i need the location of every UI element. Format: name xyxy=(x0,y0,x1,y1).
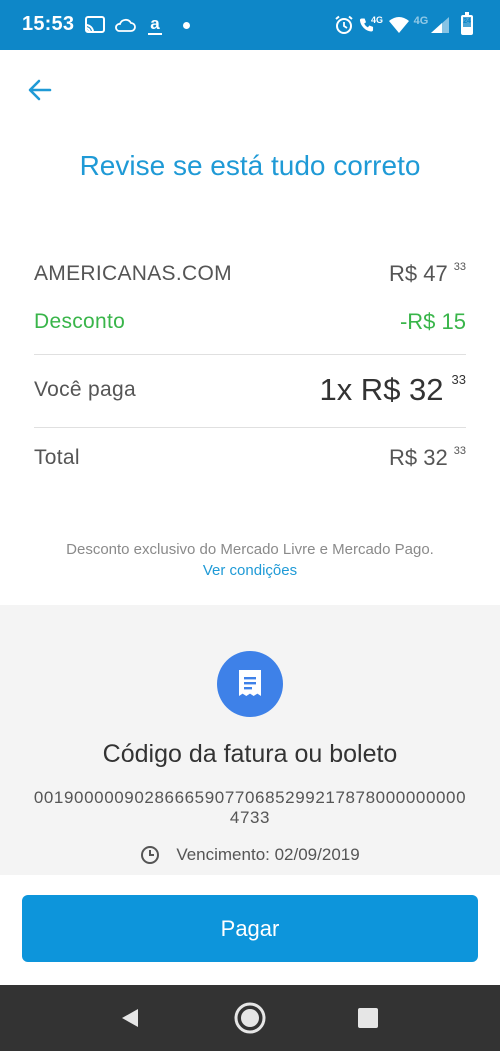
merchant-amount-main: R$ 47 xyxy=(389,261,448,286)
back-arrow-icon[interactable] xyxy=(24,74,56,106)
total-label: Total xyxy=(34,446,80,469)
signal-4g-label: 4G xyxy=(413,15,429,27)
divider xyxy=(34,354,466,355)
merchant-amount: R$ 47 33 xyxy=(389,261,466,287)
discount-label: Desconto xyxy=(34,310,126,333)
status-time: 15:53 xyxy=(22,13,75,35)
total-amount-cents: 33 xyxy=(453,445,466,457)
signal-4g-icon: 4G xyxy=(412,13,452,37)
total-amount: R$ 32 33 xyxy=(389,445,466,471)
call-4g-label: 4G xyxy=(370,15,383,25)
you-pay-amount: 1x R$ 32 33 xyxy=(319,372,466,408)
cast-icon xyxy=(84,13,106,37)
merchant-amount-cents: 33 xyxy=(453,261,466,273)
total-row: Total R$ 32 33 xyxy=(34,438,466,478)
battery-icon: 24 xyxy=(458,12,476,37)
nav-recents-icon[interactable] xyxy=(338,985,398,1051)
you-pay-amount-main: 1x R$ 32 xyxy=(319,372,444,407)
merchant-row: AMERICANAS.COM R$ 47 33 xyxy=(34,254,466,294)
total-amount-main: R$ 32 xyxy=(389,445,448,470)
due-date: Vencimento: 02/09/2019 xyxy=(176,845,360,864)
alarm-icon xyxy=(333,13,355,37)
divider xyxy=(34,427,466,428)
you-pay-row: Você paga 1x R$ 32 33 xyxy=(34,368,466,412)
status-bar: 15:53 a 4G 4G 24 xyxy=(0,0,500,50)
discount-disclaimer: Desconto exclusivo do Mercado Livre e Me… xyxy=(66,541,434,558)
discount-amount: -R$ 15 xyxy=(400,309,466,335)
nav-back-icon[interactable] xyxy=(100,985,160,1051)
receipt-icon xyxy=(239,670,261,696)
page-title: Revise se está tudo correto xyxy=(79,150,421,181)
bill-code: 0019000009028666590770685299217878000000… xyxy=(33,788,467,827)
wifi-icon xyxy=(387,13,411,37)
discount-amount-main: -R$ 15 xyxy=(399,309,466,334)
you-pay-label: Você paga xyxy=(34,378,136,401)
system-nav-bar xyxy=(0,985,500,1051)
you-pay-amount-cents: 33 xyxy=(451,372,466,387)
dot-icon xyxy=(181,13,191,37)
amazon-glyph: a xyxy=(150,14,160,33)
cloud-icon xyxy=(113,13,137,37)
call-4g-icon: 4G xyxy=(359,13,383,37)
battery-level: 24 xyxy=(463,18,471,25)
due-date-row: Vencimento: 02/09/2019 xyxy=(0,845,500,865)
merchant-label: AMERICANAS.COM xyxy=(34,262,232,285)
bill-section: Código da fatura ou boleto 0019000009028… xyxy=(0,605,500,875)
amazon-icon: a xyxy=(146,13,164,37)
bottom-action-area: Pagar xyxy=(0,875,500,985)
bill-title: Código da fatura ou boleto xyxy=(102,740,398,768)
clock-icon xyxy=(141,846,160,864)
nav-home-icon[interactable] xyxy=(220,985,280,1051)
bill-icon-badge xyxy=(217,651,283,717)
pay-button[interactable]: Pagar xyxy=(22,895,478,962)
view-conditions-link[interactable]: Ver condições xyxy=(0,562,500,579)
discount-row: Desconto -R$ 15 xyxy=(34,302,466,342)
